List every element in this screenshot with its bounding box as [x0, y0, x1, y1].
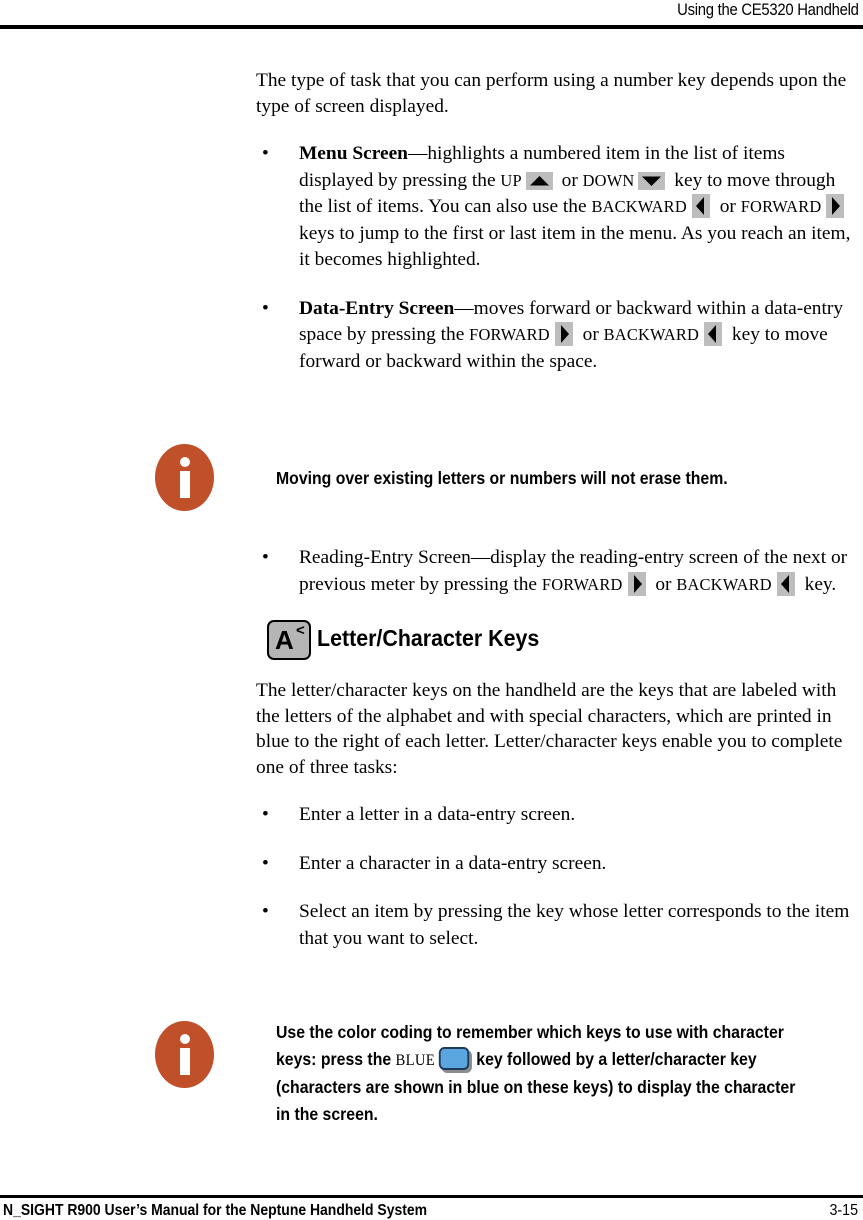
- forward-key-icon: [554, 322, 573, 346]
- page-header: Using the CE5320 Handheld: [0, 0, 863, 30]
- blue-key-icon: [438, 1047, 470, 1070]
- bullet-text-2: or: [577, 324, 604, 345]
- info-icon: [155, 444, 214, 511]
- info-icon-stem: [179, 471, 190, 498]
- key-label-up: UP: [500, 170, 522, 190]
- bullet-text: Select an item by pressing the key whose…: [299, 901, 850, 949]
- bullet-text-5: keys to jump to the first or last item i…: [299, 222, 851, 271]
- header-rule: [0, 25, 863, 29]
- document-content: The type of task that you can perform us…: [256, 68, 860, 974]
- key-label-forward: FORWARD: [541, 574, 623, 594]
- bullet-task-3: • Select an item by pressing the key whos…: [256, 899, 860, 952]
- bullet-marker: •: [262, 143, 269, 164]
- info-icon-dot: [179, 457, 190, 467]
- page-footer: N_SIGHT R900 User’s Manual for the Neptu…: [0, 1168, 863, 1219]
- footer-page-number: 3-15: [829, 1202, 858, 1219]
- keycap-superscript: <: [296, 622, 305, 639]
- down-key-icon: [638, 171, 666, 190]
- bullet-task-2: • Enter a character in a data-entry scree…: [256, 851, 860, 878]
- section-heading-letter-character-keys: A < Letter/Character Keys: [256, 620, 860, 662]
- bullet-text-3: key.: [799, 573, 837, 595]
- bullet-lead-label: Data-Entry Screen: [299, 297, 455, 319]
- note-text: Moving over existing letters or numbers …: [276, 468, 728, 488]
- header-title: Using the CE5320 Handheld: [677, 1, 860, 19]
- bullet-marker: •: [262, 297, 269, 319]
- bullet-text-2: or: [556, 169, 583, 191]
- bullet-marker: •: [262, 901, 269, 922]
- key-label-blue: BLUE: [395, 1052, 436, 1069]
- info-icon-dot: [179, 1034, 190, 1044]
- section-title: Letter/Character Keys: [317, 625, 540, 651]
- bullet-text-2: or: [650, 573, 677, 595]
- key-label-backward: BACKWARD: [603, 325, 700, 344]
- backward-key-icon: [691, 194, 710, 218]
- bullet-marker: •: [262, 547, 269, 568]
- section-paragraph: The letter/character keys on the handhel…: [256, 680, 843, 778]
- key-label-down: DOWN: [582, 170, 635, 190]
- bullet-text-4: or: [714, 196, 741, 217]
- bullet-marker: •: [262, 852, 269, 874]
- bullet-reading-entry-screen: • Reading-Entry Screen—display the readin…: [256, 545, 860, 598]
- bullet-lead-label: Reading-Entry Screen: [299, 547, 471, 568]
- forward-key-icon: [826, 194, 845, 218]
- key-label-backward: BACKWARD: [676, 574, 772, 594]
- info-icon: [155, 1021, 214, 1088]
- bullet-data-entry-screen: • Data-Entry Screen—moves forward or back…: [256, 296, 860, 376]
- intro-paragraph: The type of task that you can perform us…: [256, 70, 847, 117]
- backward-key-icon: [776, 571, 795, 596]
- note-text-block: Use the color coding to remember which k…: [276, 1019, 810, 1128]
- footer-rule: [0, 1195, 863, 1198]
- bullet-text: Enter a character in a data-entry screen…: [299, 852, 607, 874]
- bullet-text: Enter a letter in a data-entry screen.: [299, 804, 576, 825]
- footer-manual-title: N_SIGHT R900 User’s Manual for the Neptu…: [3, 1202, 428, 1219]
- backward-key-icon: [704, 322, 723, 346]
- bullet-task-1: • Enter a letter in a data-entry screen.: [256, 802, 860, 829]
- keycap-letter: A: [275, 625, 294, 655]
- letter-key-icon: A <: [267, 620, 311, 660]
- bullet-menu-screen: • Menu Screen—highlights a numbered item …: [256, 141, 860, 274]
- up-key-icon: [525, 171, 553, 190]
- key-label-forward: FORWARD: [740, 197, 822, 216]
- forward-key-icon: [627, 571, 646, 596]
- info-icon-stem: [179, 1048, 190, 1075]
- key-label-backward: BACKWARD: [591, 197, 687, 216]
- bullet-marker: •: [262, 804, 269, 825]
- bullet-lead-label: Menu Screen: [299, 143, 408, 164]
- key-label-forward: FORWARD: [469, 325, 550, 344]
